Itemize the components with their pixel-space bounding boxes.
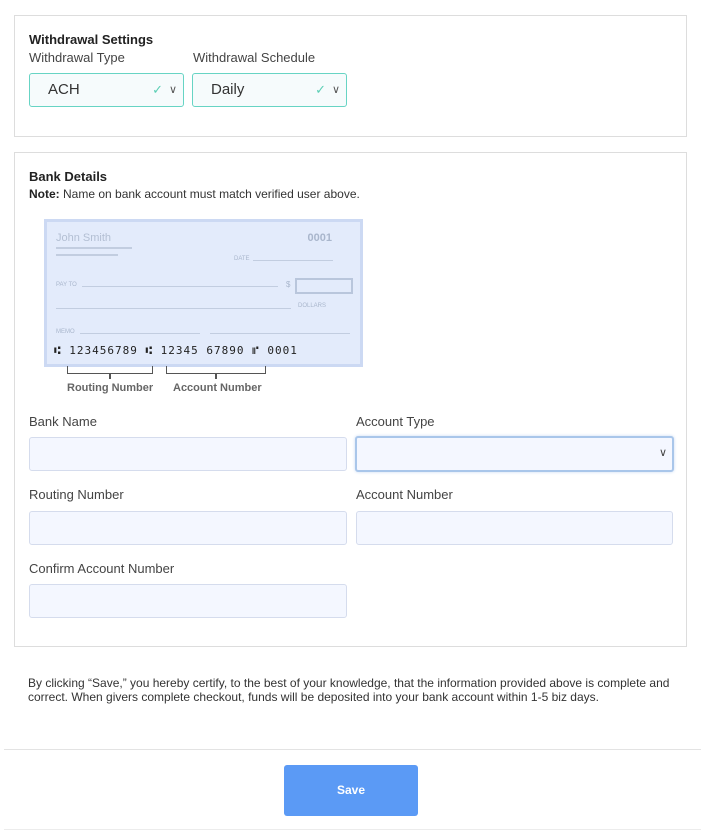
withdrawal-type-select[interactable]: ACH ✓ ∨	[29, 73, 184, 107]
withdrawal-settings-panel: Withdrawal Settings Withdrawal Type With…	[14, 15, 687, 137]
bank-name-input[interactable]	[29, 437, 347, 471]
account-number-input[interactable]	[356, 511, 673, 545]
check-line	[56, 247, 132, 249]
check-line	[80, 333, 200, 334]
valid-check-icon: ✓	[315, 82, 326, 97]
bank-details-title: Bank Details	[29, 169, 108, 184]
note-prefix: Note:	[29, 187, 60, 201]
account-type-select[interactable]: ∨	[355, 436, 674, 472]
certification-disclaimer: By clicking “Save,” you hereby certify, …	[28, 676, 670, 704]
check-line	[210, 333, 350, 334]
account-number-label: Account Number	[356, 487, 453, 502]
check-line	[82, 286, 278, 287]
note-text: Name on bank account must match verified…	[59, 187, 360, 201]
withdrawal-schedule-value: Daily	[211, 81, 245, 98]
check-name: John Smith	[56, 232, 112, 244]
check-line	[56, 308, 291, 309]
check-amount-box	[295, 278, 353, 294]
account-number-caption: Account Number	[173, 382, 262, 394]
check-memo-label: MEMO	[56, 329, 75, 335]
check-line	[56, 254, 118, 256]
check-number: 0001	[307, 232, 332, 244]
divider	[4, 829, 701, 830]
routing-number-caption: Routing Number	[67, 382, 154, 394]
routing-bracket	[67, 366, 153, 374]
withdrawal-schedule-select[interactable]: Daily ✓ ∨	[192, 73, 347, 107]
routing-number-input[interactable]	[29, 511, 347, 545]
chevron-down-icon: ∨	[658, 447, 667, 459]
withdrawal-type-value: ACH	[48, 81, 80, 98]
chevron-down-icon: ∨	[331, 84, 340, 96]
account-type-label: Account Type	[356, 414, 435, 429]
check-date-label: DATE	[234, 256, 250, 262]
confirm-account-label: Confirm Account Number	[29, 561, 175, 576]
save-button[interactable]: Save	[284, 765, 418, 816]
check-dollars-label: DOLLARS	[298, 303, 327, 309]
sample-check-image: John Smith 0001 DATE PAY TO $ DOLLARS ME…	[44, 219, 363, 367]
bank-details-panel: Bank Details Note: Name on bank account …	[14, 152, 687, 647]
account-bracket	[166, 366, 266, 374]
withdrawal-schedule-label: Withdrawal Schedule	[193, 50, 316, 65]
routing-number-label: Routing Number	[29, 487, 124, 502]
check-micr-line: ⑆ 123456789 ⑆ 12345 67890 ⑈ 0001	[54, 344, 298, 357]
withdrawal-type-label: Withdrawal Type	[29, 50, 125, 65]
routing-bracket-tick	[109, 374, 111, 379]
valid-check-icon: ✓	[152, 82, 163, 97]
chevron-down-icon: ∨	[168, 84, 177, 96]
account-bracket-tick	[215, 374, 217, 379]
check-dollar-sign: $	[286, 280, 291, 289]
divider	[4, 749, 701, 750]
bank-details-note: Note: Name on bank account must match ve…	[29, 187, 360, 201]
check-payto-label: PAY TO	[56, 282, 77, 288]
withdrawal-settings-title: Withdrawal Settings	[29, 32, 154, 47]
check-line	[253, 260, 333, 261]
bank-name-label: Bank Name	[29, 414, 97, 429]
confirm-account-input[interactable]	[29, 584, 347, 618]
